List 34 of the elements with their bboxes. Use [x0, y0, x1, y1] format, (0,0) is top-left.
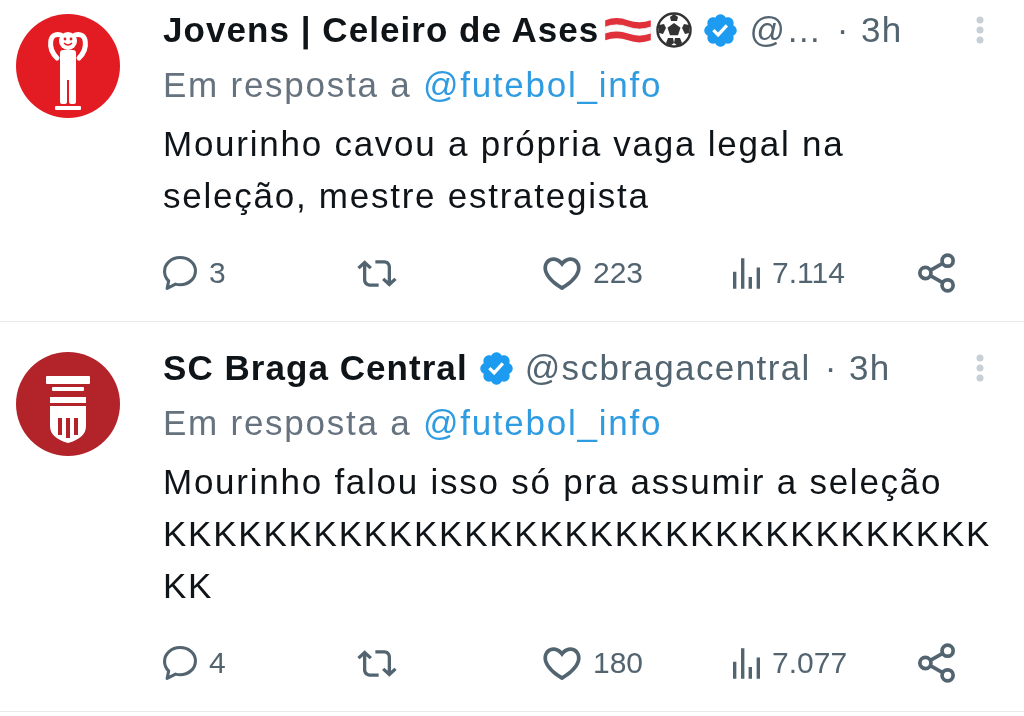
post-time[interactable]: · 3h [836, 8, 903, 52]
soccer-ball-icon [656, 12, 693, 48]
bar-chart-icon [733, 257, 760, 289]
author-name[interactable]: SC Braga Central [163, 346, 468, 390]
share-icon [918, 643, 955, 683]
views-button[interactable]: 7.077 [733, 646, 848, 680]
like-button[interactable]: 223 [543, 256, 644, 290]
repost-button[interactable] [357, 259, 397, 287]
reply-button[interactable]: 3 [163, 256, 226, 290]
reply-context: Em resposta a @futebol_info [163, 64, 663, 106]
loop-arrows-icon [357, 259, 397, 287]
post-time[interactable]: · 3h [824, 346, 891, 390]
share-button[interactable] [918, 643, 955, 683]
heart-icon [543, 256, 581, 290]
reply-button[interactable]: 4 [163, 646, 226, 680]
crest-avatar[interactable] [16, 352, 120, 456]
author-name[interactable]: Jovens | Celeiro de Ases [163, 8, 600, 52]
loop-arrows-icon [357, 649, 397, 677]
repost-button[interactable] [357, 649, 397, 677]
flag-icon [604, 15, 653, 45]
author-handle[interactable]: @scbragacentral [524, 346, 811, 390]
bar-chart-icon [733, 647, 760, 679]
reply-context: Em resposta a @futebol_info [163, 402, 663, 444]
author-handle[interactable]: @… [749, 8, 823, 52]
figure-avatar[interactable] [16, 14, 120, 118]
heart-icon [543, 646, 581, 680]
speech-bubble-icon [163, 256, 197, 290]
post-text: Mourinho falou isso só pra assumir a seleção KKKKKKKKKKKKKKKKKKKKKKKKKKKKKKKKKKK [163, 461, 993, 607]
speech-bubble-icon [163, 646, 197, 680]
share-button[interactable] [918, 253, 955, 293]
post-text: Mourinho cavou a própria vaga legal na seleção, mestre estrategista [163, 123, 846, 217]
like-button[interactable]: 180 [543, 646, 644, 680]
views-button[interactable]: 7.114 [733, 256, 845, 290]
share-icon [918, 253, 955, 293]
